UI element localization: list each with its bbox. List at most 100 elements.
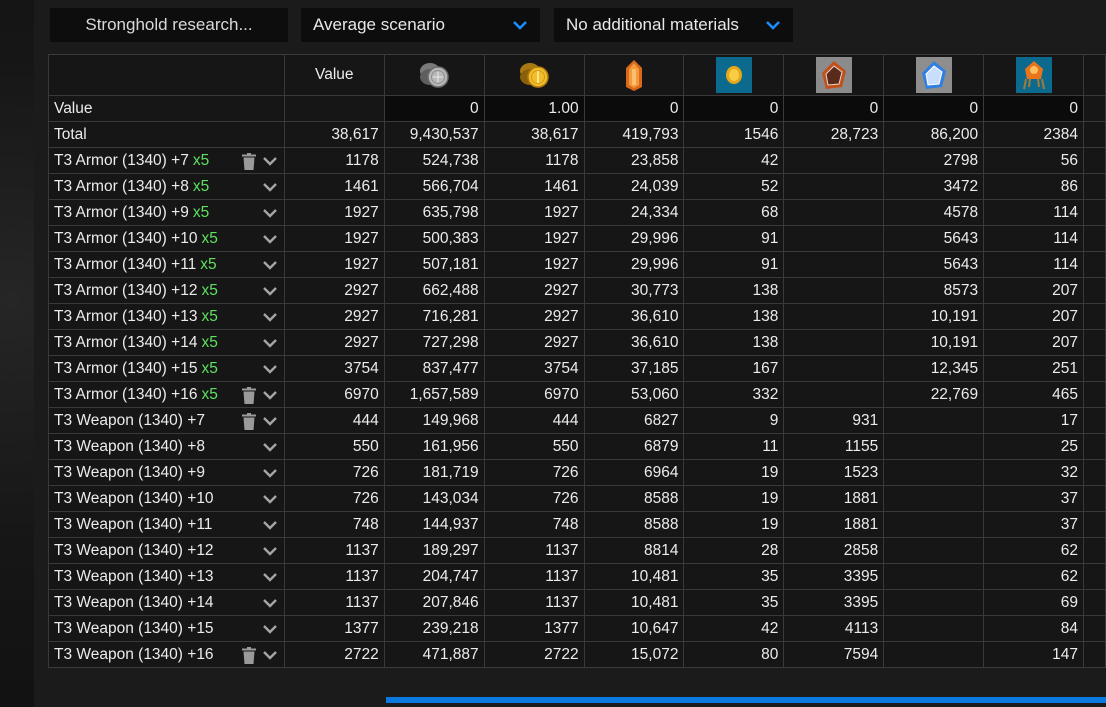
- row-material-cell: 5643: [883, 251, 985, 278]
- trash-icon[interactable]: [241, 413, 256, 430]
- cut-off-cell: [1082, 147, 1106, 174]
- row-material-cell: 56: [983, 147, 1084, 174]
- value-input[interactable]: 0: [683, 95, 785, 122]
- row-material-cell: [783, 225, 885, 252]
- cut-off-cell: [1082, 641, 1106, 668]
- row-material-cell: 1137: [483, 563, 585, 590]
- expand-chevron-icon[interactable]: [262, 570, 278, 584]
- row-value: 550: [283, 433, 385, 460]
- expand-chevron-icon[interactable]: [262, 622, 278, 636]
- row-value: 6970: [283, 381, 385, 408]
- row-value: 444: [283, 407, 385, 434]
- row-material-cell: 931: [783, 407, 885, 434]
- gold-coin-icon: [520, 63, 549, 88]
- expand-chevron-icon[interactable]: [262, 258, 278, 272]
- expand-chevron-icon[interactable]: [262, 466, 278, 480]
- trash-icon[interactable]: [241, 387, 256, 404]
- row-material-cell: 507,181: [383, 251, 485, 278]
- header-cut-off-column: [1082, 54, 1106, 96]
- table-row: T3 Armor (1340) +11 x5 1927 507,181 1927 29,9…: [48, 251, 1106, 278]
- expand-chevron-icon[interactable]: [262, 362, 278, 376]
- header-ornate-chest: [983, 54, 1084, 96]
- trash-icon[interactable]: [241, 647, 256, 664]
- total-cell: 2384: [983, 121, 1084, 148]
- cut-off-cell: [1082, 95, 1106, 122]
- row-material-cell: 24,039: [583, 173, 685, 200]
- horizontal-scrollbar[interactable]: [386, 697, 1106, 703]
- row-value: 1137: [283, 589, 385, 616]
- expand-chevron-icon[interactable]: [262, 518, 278, 532]
- row-material-cell: 138: [683, 303, 785, 330]
- row-material-cell: 2927: [483, 329, 585, 356]
- scenario-select[interactable]: Average scenario: [301, 8, 540, 42]
- table-row: T3 Weapon (1340) +9 726 181,719 726 6964 19 15…: [48, 459, 1106, 486]
- row-material-cell: 11: [683, 433, 785, 460]
- value-input[interactable]: 0: [983, 95, 1084, 122]
- row-name: T3 Weapon (1340) +12: [54, 541, 214, 559]
- row-material-cell: 8588: [583, 485, 685, 512]
- gold-gem-blue-icon: [715, 57, 752, 93]
- row-material-cell: 161,956: [383, 433, 485, 460]
- expand-chevron-icon[interactable]: [262, 336, 278, 350]
- cut-off-cell: [1082, 225, 1106, 252]
- table-row: T3 Armor (1340) +15 x5 3754 837,477 3754 37,1…: [48, 355, 1106, 382]
- row-material-cell: 3395: [783, 563, 885, 590]
- table-row: T3 Weapon (1340) +11 748 144,937 748 8588 19 1…: [48, 511, 1106, 538]
- header-amber-crystal: [583, 54, 685, 96]
- total-cell: 38,617: [483, 121, 585, 148]
- row-material-cell: 29,996: [583, 225, 685, 252]
- row-name: T3 Armor (1340) +14: [54, 333, 198, 351]
- cut-off-cell: [1082, 303, 1106, 330]
- trash-icon[interactable]: [241, 153, 256, 170]
- value-row-empty: [283, 95, 385, 122]
- table-row: T3 Armor (1340) +14 x5 2927 727,298 2927 36,6…: [48, 329, 1106, 356]
- expand-chevron-icon[interactable]: [262, 206, 278, 220]
- row-material-cell: 1461: [483, 173, 585, 200]
- expand-chevron-icon[interactable]: [262, 310, 278, 324]
- row-material-cell: 42: [683, 615, 785, 642]
- value-input[interactable]: 0: [583, 95, 685, 122]
- row-material-cell: 1881: [783, 511, 885, 538]
- row-name: T3 Armor (1340) +7: [54, 151, 189, 169]
- total-row-label: Total: [48, 121, 285, 148]
- expand-chevron-icon[interactable]: [262, 648, 278, 662]
- row-name: T3 Weapon (1340) +13: [54, 567, 214, 585]
- row-name: T3 Armor (1340) +16: [54, 385, 198, 403]
- expand-chevron-icon[interactable]: [262, 544, 278, 558]
- row-material-cell: 10,191: [883, 303, 985, 330]
- row-material-cell: 36,610: [583, 303, 685, 330]
- cut-off-cell: [1082, 511, 1106, 538]
- expand-chevron-icon[interactable]: [262, 180, 278, 194]
- value-input[interactable]: 0: [383, 95, 485, 122]
- row-material-cell: 37,185: [583, 355, 685, 382]
- row-material-cell: [783, 381, 885, 408]
- expand-chevron-icon[interactable]: [262, 154, 278, 168]
- value-input[interactable]: 0: [783, 95, 885, 122]
- row-value: 2927: [283, 277, 385, 304]
- materials-select[interactable]: No additional materials: [554, 8, 793, 42]
- expand-chevron-icon[interactable]: [262, 284, 278, 298]
- table-row: T3 Weapon (1340) +13 1137 204,747 1137 10,48…: [48, 563, 1106, 590]
- expand-chevron-icon[interactable]: [262, 232, 278, 246]
- expand-chevron-icon[interactable]: [262, 414, 278, 428]
- row-material-cell: 1881: [783, 485, 885, 512]
- expand-chevron-icon[interactable]: [262, 388, 278, 402]
- row-material-cell: 22,769: [883, 381, 985, 408]
- row-material-cell: 6970: [483, 381, 585, 408]
- research-search-button[interactable]: Stronghold research...: [50, 8, 288, 42]
- row-material-cell: 524,738: [383, 147, 485, 174]
- row-material-cell: 2927: [483, 303, 585, 330]
- row-value: 1137: [283, 563, 385, 590]
- research-cost-table: Value Value 0 1.00 0 0 0 0 0 Total 38,61…: [48, 54, 1106, 668]
- expand-chevron-icon[interactable]: [262, 492, 278, 506]
- row-material-cell: 42: [683, 147, 785, 174]
- expand-chevron-icon[interactable]: [262, 440, 278, 454]
- row-material-cell: [783, 355, 885, 382]
- expand-chevron-icon[interactable]: [262, 596, 278, 610]
- table-row: T3 Weapon (1340) +8 550 161,956 550 6879 11 11…: [48, 433, 1106, 460]
- multiplier-badge: x5: [192, 203, 210, 221]
- value-input[interactable]: 0: [883, 95, 985, 122]
- value-input[interactable]: 1.00: [483, 95, 585, 122]
- row-material-cell: 69: [983, 589, 1084, 616]
- row-material-cell: [883, 563, 985, 590]
